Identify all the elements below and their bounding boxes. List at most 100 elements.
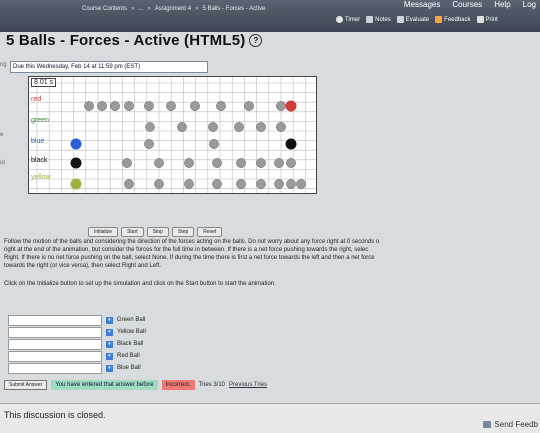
logout-link[interactable]: Log: [523, 0, 536, 9]
ball-ghost: [124, 101, 134, 111]
evaluate-icon: [396, 16, 404, 23]
ball-ghost: [190, 101, 200, 111]
ball-ghost: [154, 179, 164, 189]
help-link[interactable]: Help: [494, 0, 510, 9]
submit-answer-button[interactable]: Submit Answer: [4, 380, 48, 390]
ball-ghost: [154, 158, 164, 168]
row-label-red: red: [31, 96, 42, 103]
feedback-label: Feedback: [444, 16, 471, 23]
initialize-button[interactable]: Initialize: [88, 227, 119, 237]
duplicate-answer-message: You have entered that answer before: [51, 380, 158, 390]
ball-ghost: [234, 122, 244, 132]
top-bar: Messages Courses Help Log Course Content…: [0, 0, 540, 32]
side-tag: ng: [0, 62, 7, 68]
yellow-ball: [70, 178, 82, 190]
initialize-hint: Click on the Initialize button to set up…: [4, 281, 276, 287]
answer-select-red[interactable]: [8, 350, 102, 362]
instruction-line: towards the right (or vice versa), then …: [4, 263, 162, 269]
chevron-right-icon: »: [131, 6, 135, 12]
dropdown-icon[interactable]: ▾: [106, 364, 113, 372]
chevron-right-icon: »: [195, 6, 199, 12]
stop-button[interactable]: Stop: [146, 227, 169, 237]
step-button[interactable]: Step: [171, 227, 195, 237]
instruction-line: Follow the motion of the balls and consi…: [4, 239, 380, 245]
ball-ghost: [184, 179, 194, 189]
printer-icon: [476, 16, 484, 23]
answer-select-blue[interactable]: [8, 362, 102, 374]
send-feedback-link[interactable]: Send Feedb: [483, 420, 538, 429]
ball-ghost: [209, 139, 219, 149]
breadcrumb-course-contents[interactable]: Course Contents: [82, 6, 127, 12]
ball-ghost: [286, 179, 296, 189]
dropdown-icon[interactable]: ▾: [106, 352, 113, 360]
answer-row-yellow: ▾ Yellow Ball: [8, 326, 146, 338]
answer-select-green[interactable]: [8, 314, 102, 326]
answer-row-black: ▾ Black Ball: [8, 338, 144, 350]
ball-ghost: [177, 122, 187, 132]
print-button[interactable]: Print: [476, 16, 498, 23]
ball-ghost: [84, 101, 94, 111]
row-label-black: black: [31, 157, 48, 164]
clock-icon: [336, 16, 343, 23]
timer-button[interactable]: Timer: [336, 16, 360, 23]
breadcrumb: Course Contents » ... » Assignment 4 » 5…: [82, 6, 265, 12]
ball-ghost: [276, 122, 286, 132]
instruction-line: Right. If there is no net force pushing …: [4, 255, 375, 261]
breadcrumb-ellipsis[interactable]: ...: [138, 6, 143, 12]
ball-ghost: [256, 179, 266, 189]
ball-ghost: [244, 101, 254, 111]
ball-ghost: [212, 179, 222, 189]
answer-label: Blue Ball: [117, 365, 141, 371]
simulation-grid: [29, 77, 316, 193]
black-ball-end: [285, 138, 297, 150]
ball-ghost: [166, 101, 176, 111]
print-label: Print: [485, 16, 498, 23]
ball-ghost: [208, 122, 218, 132]
ball-ghost: [122, 158, 132, 168]
simulation-canvas[interactable]: 8.01 s red green blue black yellow: [28, 76, 317, 194]
sim-controls: Initialize Start Stop Step Reset: [88, 227, 223, 237]
answer-label: Green Ball: [117, 317, 146, 323]
top-links: Messages Courses Help Log: [404, 0, 536, 9]
black-ball: [70, 157, 82, 169]
send-feedback-label: Send Feedb: [494, 420, 538, 429]
dropdown-icon[interactable]: ▾: [106, 316, 113, 324]
feedback-icon: [435, 16, 443, 23]
instruction-line: right at the end of the animation, but c…: [4, 247, 369, 253]
ball-ghost: [216, 101, 226, 111]
ball-ghost: [110, 101, 120, 111]
ball-ghost: [184, 158, 194, 168]
ball-ghost: [286, 158, 296, 168]
answer-label: Black Ball: [117, 341, 144, 347]
instructions: Follow the motion of the balls and consi…: [4, 238, 536, 270]
notes-button[interactable]: Notes: [366, 16, 391, 23]
dropdown-icon[interactable]: ▾: [106, 328, 113, 336]
ball-ghost: [296, 179, 306, 189]
ball-ghost: [144, 139, 154, 149]
reset-button[interactable]: Reset: [197, 227, 223, 237]
notes-label: Notes: [375, 16, 391, 23]
evaluate-button[interactable]: Evaluate: [396, 16, 429, 23]
discussion-panel: This discussion is closed. Send Feedb: [0, 403, 540, 433]
courses-link[interactable]: Courses: [452, 0, 482, 9]
feedback-icon: [483, 421, 492, 428]
row-label-yellow: yellow: [31, 174, 51, 181]
ball-ghost: [236, 179, 246, 189]
ball-ghost: [212, 158, 222, 168]
answer-select-black[interactable]: [8, 338, 102, 350]
blue-ball: [70, 138, 82, 150]
submit-bar: Submit Answer You have entered that answ…: [4, 379, 267, 391]
start-button[interactable]: Start: [121, 227, 144, 237]
breadcrumb-assignment[interactable]: Assignment 4: [155, 6, 191, 12]
previous-tries-link[interactable]: Previous Tries: [229, 382, 267, 388]
answer-row-red: ▾ Red Ball: [8, 350, 140, 362]
row-label-blue: blue: [31, 138, 45, 145]
page-title: 5 Balls - Forces - Active (HTML5)?: [6, 32, 263, 49]
messages-link[interactable]: Messages: [404, 0, 440, 9]
feedback-button[interactable]: Feedback: [435, 16, 471, 23]
ball-ghost: [236, 158, 246, 168]
side-tag: ot: [0, 160, 6, 166]
answer-select-yellow[interactable]: [8, 326, 102, 338]
help-icon[interactable]: ?: [249, 34, 263, 47]
dropdown-icon[interactable]: ▾: [106, 340, 113, 348]
